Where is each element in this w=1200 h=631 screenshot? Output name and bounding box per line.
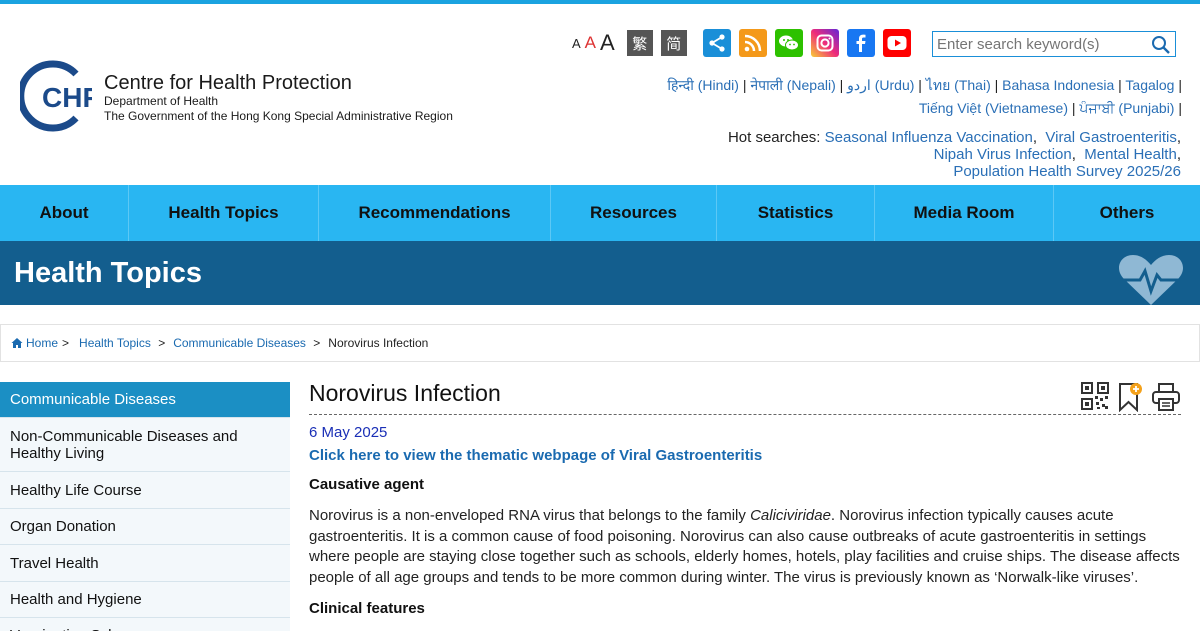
hot-searches: Hot searches: Seasonal Influenza Vaccina… bbox=[727, 129, 1181, 180]
traditional-chinese-button[interactable]: 繁 bbox=[626, 30, 653, 56]
breadcrumb-current: Norovirus Infection bbox=[328, 336, 429, 350]
lang-link-punjabi[interactable]: ਪੰਜਾਬੀ (Punjabi) bbox=[1079, 100, 1174, 116]
site-header: CHP Centre for Health Protection Departm… bbox=[0, 4, 1200, 185]
search-input[interactable] bbox=[933, 32, 1143, 56]
wechat-icon[interactable] bbox=[774, 29, 803, 57]
banner-title: Health Topics bbox=[14, 257, 202, 289]
page-tools bbox=[1081, 382, 1181, 412]
breadcrumb-health-topics[interactable]: Health Topics bbox=[79, 336, 151, 350]
lang-link-indonesian[interactable]: Bahasa Indonesia bbox=[1002, 77, 1114, 93]
sidebar-item-communicable-diseases[interactable]: Communicable Diseases bbox=[0, 382, 290, 418]
title-divider bbox=[309, 414, 1181, 415]
language-links: हिन्दी (Hindi) | नेपाली (Nepali) | اردو … bbox=[667, 77, 1182, 116]
hot-search-link[interactable]: Viral Gastroenteritis bbox=[1045, 129, 1176, 146]
nav-item-about[interactable]: About bbox=[0, 185, 129, 241]
sidebar-item-non-communicable-diseases[interactable]: Non-Communicable Diseases and Healthy Li… bbox=[0, 418, 290, 472]
article: Norovirus Infection 6 May 2025 Click her… bbox=[309, 380, 1181, 617]
nav-item-media-room[interactable]: Media Room bbox=[875, 185, 1054, 241]
section-banner: Health Topics bbox=[0, 241, 1200, 305]
hot-search-link[interactable]: Seasonal Influenza Vaccination bbox=[825, 129, 1033, 146]
home-icon[interactable] bbox=[11, 337, 23, 349]
lang-link-urdu[interactable]: اردو (Urdu) bbox=[847, 77, 914, 93]
nav-item-health-topics[interactable]: Health Topics bbox=[129, 185, 319, 241]
logo-letters: CHP bbox=[42, 82, 92, 113]
rss-icon[interactable] bbox=[738, 29, 767, 57]
search-icon[interactable] bbox=[1151, 35, 1171, 55]
lang-link-nepali[interactable]: नेपाली (Nepali) bbox=[750, 77, 835, 93]
sidebar-item-organ-donation[interactable]: Organ Donation bbox=[0, 509, 290, 545]
publish-date: 6 May 2025 bbox=[309, 424, 388, 441]
header-tools: A A A 繁 简 bbox=[572, 28, 911, 58]
share-icon[interactable] bbox=[702, 29, 731, 57]
youtube-icon[interactable] bbox=[882, 29, 911, 57]
hot-searches-label: Hot searches: bbox=[727, 129, 821, 146]
qr-code-icon[interactable] bbox=[1081, 382, 1109, 410]
thematic-webpage-link[interactable]: Click here to view the thematic webpage … bbox=[309, 447, 1181, 464]
department-name: Department of Health bbox=[104, 94, 219, 108]
chp-logo-icon[interactable]: CHP bbox=[20, 60, 92, 132]
site-title: Centre for Health Protection bbox=[104, 72, 352, 94]
section-heading-causative-agent: Causative agent bbox=[309, 476, 425, 493]
hot-search-link[interactable]: Mental Health bbox=[1084, 146, 1177, 163]
sidebar-item-travel-health[interactable]: Travel Health bbox=[0, 545, 290, 582]
site-title-block[interactable]: Centre for Health Protection Department … bbox=[104, 72, 453, 124]
nav-item-statistics[interactable]: Statistics bbox=[717, 185, 875, 241]
breadcrumb: Home > Health Topics > Communicable Disea… bbox=[0, 324, 1200, 362]
section-heading-clinical-features: Clinical features bbox=[309, 600, 425, 617]
lang-link-hindi[interactable]: हिन्दी (Hindi) bbox=[667, 77, 739, 93]
hot-search-link[interactable]: Nipah Virus Infection bbox=[934, 146, 1072, 163]
nav-item-resources[interactable]: Resources bbox=[551, 185, 717, 241]
search-box bbox=[932, 31, 1176, 57]
font-size-medium-button[interactable]: A bbox=[585, 33, 596, 53]
sidebar-item-healthy-life-course[interactable]: Healthy Life Course bbox=[0, 472, 290, 509]
print-icon[interactable] bbox=[1151, 382, 1181, 412]
sidebar-item-vaccination-schemes[interactable]: Vaccination Schemes bbox=[0, 618, 290, 631]
breadcrumb-home[interactable]: Home bbox=[26, 336, 58, 350]
breadcrumb-communicable-diseases[interactable]: Communicable Diseases bbox=[173, 336, 306, 350]
sidebar-menu: Communicable Diseases Non-Communicable D… bbox=[0, 382, 290, 631]
lang-link-tagalog[interactable]: Tagalog bbox=[1125, 77, 1174, 93]
virus-family-name: Caliciviridae bbox=[750, 507, 831, 524]
nav-item-others[interactable]: Others bbox=[1054, 185, 1200, 241]
instagram-icon[interactable] bbox=[810, 29, 839, 57]
causative-agent-paragraph: Norovirus is a non-enveloped RNA virus t… bbox=[309, 507, 1180, 586]
nav-item-recommendations[interactable]: Recommendations bbox=[319, 185, 551, 241]
font-size-large-button[interactable]: A bbox=[600, 30, 615, 56]
bookmark-icon[interactable] bbox=[1117, 382, 1143, 412]
lang-link-thai[interactable]: ไทย (Thai) bbox=[926, 77, 991, 93]
lang-link-vietnamese[interactable]: Tiếng Việt (Vietnamese) bbox=[919, 100, 1068, 116]
simplified-chinese-button[interactable]: 简 bbox=[660, 30, 687, 56]
heartbeat-icon bbox=[1118, 255, 1184, 305]
hot-search-link[interactable]: Population Health Survey 2025/26 bbox=[953, 163, 1181, 180]
page-title: Norovirus Infection bbox=[309, 380, 501, 406]
font-size-small-button[interactable]: A bbox=[572, 36, 581, 51]
facebook-icon[interactable] bbox=[846, 29, 875, 57]
government-name: The Government of the Hong Kong Special … bbox=[104, 109, 453, 123]
main-navigation: About Health Topics Recommendations Reso… bbox=[0, 185, 1200, 241]
sidebar-item-health-and-hygiene[interactable]: Health and Hygiene bbox=[0, 582, 290, 618]
